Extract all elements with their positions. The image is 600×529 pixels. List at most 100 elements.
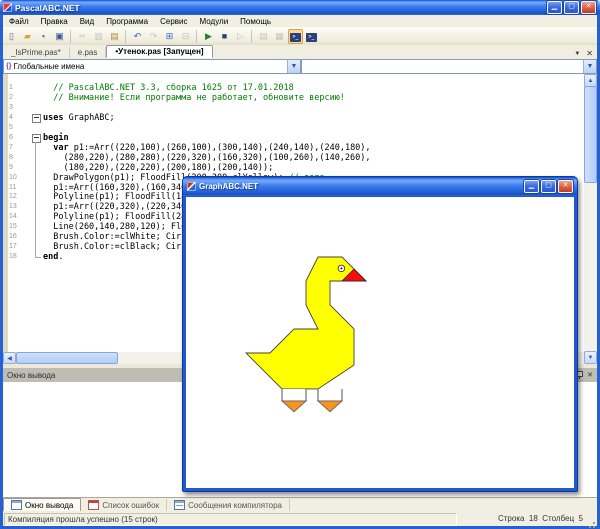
undo-button[interactable]: ↶	[130, 29, 145, 44]
toolbar: ▯▰▪▣✂▥▤↶↷⊞⊟▶■▷▤▦>_>_	[3, 27, 597, 46]
compiler-messages-icon	[174, 500, 185, 510]
graphabc-logo-icon	[187, 182, 196, 191]
combo-dropdown-icon[interactable]: ▼	[287, 60, 300, 73]
cut-button[interactable]: ✂	[75, 29, 90, 44]
line-number: 2	[9, 94, 13, 101]
menu-item-5[interactable]: Модули	[194, 16, 235, 27]
run-icon: ▶	[205, 32, 212, 41]
minimize-button[interactable]: ▁	[524, 180, 539, 193]
toolbar-separator	[125, 30, 126, 43]
title-bar[interactable]: PascalABC.NET ▁ ▢ ✕	[0, 0, 600, 15]
close-button[interactable]: ✕	[558, 180, 573, 193]
menu-item-6[interactable]: Помощь	[234, 16, 277, 27]
bottom-tab-0[interactable]: Окно вывода	[3, 498, 81, 512]
save-all-icon: ▣	[55, 32, 64, 41]
members-combo[interactable]: ▼	[301, 59, 597, 74]
tab-1[interactable]: e.pas	[70, 47, 107, 58]
console-toggle-button[interactable]: >_	[288, 29, 303, 44]
vscroll-thumb[interactable]	[584, 86, 597, 183]
menu-item-4[interactable]: Сервис	[154, 16, 193, 27]
line-number: 9	[9, 164, 13, 171]
duck-eye-pupil	[340, 267, 342, 269]
bottom-tab-bar: Окно вывода Список ошибок Сообщения компил…	[3, 497, 597, 512]
close-button[interactable]: ✕	[581, 1, 596, 14]
code-line: Polyline(p1); FloodFill(240,	[43, 212, 197, 222]
code-line: p1:=Arr((160,320),(160,340),	[43, 183, 197, 193]
toolbar-separator	[70, 30, 71, 43]
document-tab-bar: _IsPrime.pas*e.pas•Утенок.pas [Запущен] ▼…	[3, 45, 597, 59]
menu-item-0[interactable]: Файл	[3, 16, 35, 27]
paste-icon: ▤	[110, 32, 119, 41]
close-pane-icon[interactable]: ✕	[587, 372, 593, 379]
maximize-button[interactable]: ▢	[564, 1, 579, 14]
hscroll-thumb[interactable]	[16, 352, 118, 364]
new-file-button[interactable]: ▯	[4, 29, 19, 44]
code-line: // Внимание! Если программа не работает,…	[43, 93, 345, 103]
tab-2[interactable]: •Утенок.pas [Запущен]	[106, 45, 212, 58]
goto-definition-button[interactable]: ⊞	[162, 29, 177, 44]
find-window-button[interactable]: ⊟	[178, 29, 193, 44]
line-number: 11	[9, 184, 16, 191]
bottom-tab-label: Сообщения компилятора	[188, 501, 282, 510]
graphabc-title-bar[interactable]: GraphABC.NET ▁ ▢ ✕	[183, 177, 577, 196]
step-icon: ▷	[237, 32, 244, 41]
minimize-button[interactable]: ▁	[547, 1, 562, 14]
resize-grip-icon[interactable]	[593, 522, 595, 524]
line-number: 18	[9, 253, 17, 260]
copy-button[interactable]: ▥	[91, 29, 106, 44]
scroll-left-icon[interactable]: ◀	[3, 352, 16, 364]
tab-0[interactable]: _IsPrime.pas*	[3, 47, 70, 58]
graphabc-window-title: GraphABC.NET	[199, 182, 258, 191]
fold-marker[interactable]	[32, 134, 41, 143]
menu-item-2[interactable]: Вид	[74, 16, 100, 27]
open-file-icon: ▰	[24, 32, 31, 41]
code-line: Polyline(p1); FloodFill(180,	[43, 192, 197, 202]
stop-button[interactable]: ■	[217, 29, 232, 44]
bottom-tab-label: Окно вывода	[25, 501, 73, 510]
close-tab-icon[interactable]: ✕	[586, 49, 593, 58]
run-button[interactable]: ▶	[201, 29, 216, 44]
global-names-combo[interactable]: {} Глобальные имена ▼	[3, 59, 301, 74]
line-number: 3	[9, 104, 13, 111]
line-number: 17	[9, 243, 17, 250]
open-file-button[interactable]: ▰	[20, 29, 35, 44]
toolbar-separator	[196, 30, 197, 43]
graphabc-window[interactable]: GraphABC.NET ▁ ▢ ✕	[182, 176, 578, 492]
maximize-button[interactable]: ▢	[541, 180, 556, 193]
save-all-button[interactable]: ▣	[52, 29, 67, 44]
bottom-tab-2[interactable]: Сообщения компилятора	[167, 499, 290, 511]
tab-list-dropdown-icon[interactable]: ▼	[574, 51, 580, 57]
show-errors-button[interactable]: ▦	[272, 29, 287, 44]
window-plain-icon: ⊟	[182, 32, 190, 41]
editor-vertical-scrollbar[interactable]: ▲ ▼	[584, 74, 597, 364]
line-number: 5	[9, 124, 13, 131]
output-panel-icon: ▤	[259, 32, 268, 41]
code-line: p1:=Arr((220,320),(220,340),	[43, 202, 197, 212]
menu-item-3[interactable]: Программа	[100, 16, 154, 27]
line-number: 1	[9, 84, 13, 91]
error-list-icon	[88, 500, 99, 510]
show-output-button[interactable]: ▤	[256, 29, 271, 44]
save-file-button[interactable]: ▪	[36, 29, 51, 44]
code-line: // PascalABC.NET 3.3, сборка 1625 от 17.…	[43, 83, 294, 93]
combo-dropdown-icon[interactable]: ▼	[583, 60, 596, 73]
step-button[interactable]: ▷	[233, 29, 248, 44]
menu-item-1[interactable]: Правка	[35, 16, 74, 27]
bottom-tab-1[interactable]: Список ошибок	[81, 499, 167, 511]
output-pane-title: Окно вывода	[7, 371, 55, 380]
line-number: 14	[9, 213, 17, 220]
duck-drawing	[186, 197, 574, 488]
menu-bar: ФайлПравкаВидПрограммаСервисМодулиПомощь	[3, 15, 597, 27]
redo-button[interactable]: ↷	[146, 29, 161, 44]
console-run-button[interactable]: >_	[304, 29, 319, 44]
code-line: Line(260,140,280,120); Flood	[43, 222, 197, 232]
fold-marker[interactable]	[32, 114, 41, 123]
code-line: (180,220),(220,220),(200,180),(200,140))…	[43, 163, 273, 173]
graphabc-canvas	[186, 197, 574, 488]
bottom-tab-label: Список ошибок	[102, 501, 159, 510]
gutter-strip	[3, 74, 8, 352]
window-arrow-icon: ⊞	[166, 32, 174, 41]
code-line: Brush.Color:=clWhite; Circle	[43, 232, 197, 242]
paste-button[interactable]: ▤	[107, 29, 122, 44]
scroll-down-icon[interactable]: ▼	[584, 351, 597, 364]
